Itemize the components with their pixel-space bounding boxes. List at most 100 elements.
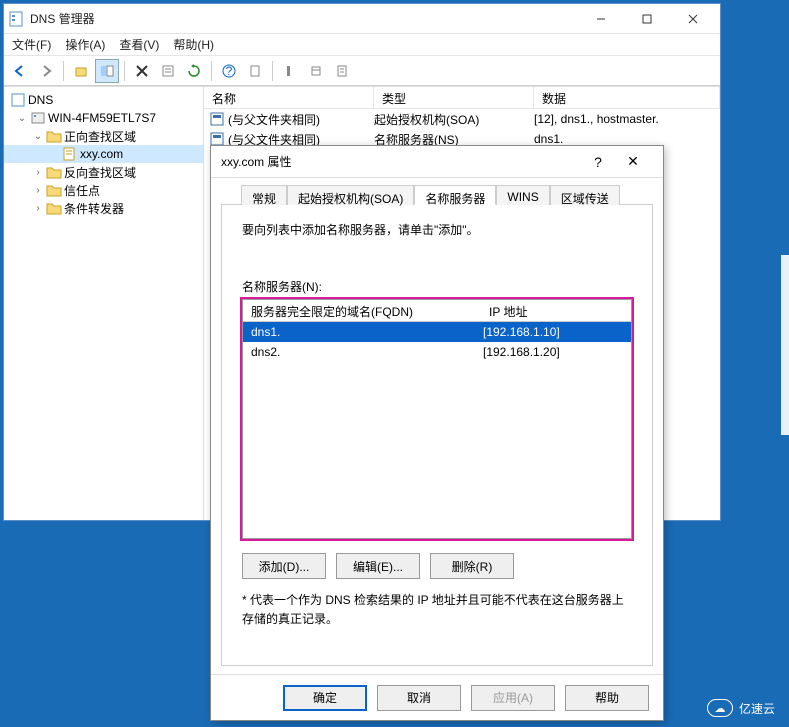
toolbar-separator	[124, 61, 125, 81]
tab-name-servers[interactable]: 名称服务器	[414, 185, 496, 205]
app-icon	[8, 11, 24, 27]
ns-table-header: 服务器完全限定的域名(FQDN) IP 地址	[243, 300, 631, 322]
column-data[interactable]: 数据	[534, 87, 720, 108]
show-tree-button[interactable]	[95, 59, 119, 83]
tree-forward-zones[interactable]: ⌄ 正向查找区域	[4, 127, 203, 145]
list-header: 名称 类型 数据	[204, 87, 720, 109]
hint-text: 要向列表中添加名称服务器，请单击"添加"。	[242, 221, 632, 238]
column-ip[interactable]: IP 地址	[481, 300, 631, 321]
watermark-icon: ☁	[707, 699, 733, 717]
window-titlebar: DNS 管理器	[4, 4, 720, 34]
dns-icon	[10, 92, 26, 108]
tab-general[interactable]: 常规	[241, 185, 287, 205]
toolbar-separator	[63, 61, 64, 81]
cell-fqdn: dns1.	[251, 325, 483, 339]
server-icon	[30, 110, 46, 126]
column-name[interactable]: 名称	[204, 87, 374, 108]
delete-button[interactable]	[130, 59, 154, 83]
minimize-button[interactable]	[578, 5, 624, 33]
remove-button[interactable]: 删除(R)	[430, 553, 514, 579]
tree-root[interactable]: DNS	[4, 91, 203, 109]
folder-icon	[46, 128, 62, 144]
tab-strip: 常规 起始授权机构(SOA) 名称服务器 WINS 区域传送	[211, 178, 663, 204]
forward-button[interactable]	[34, 59, 58, 83]
name-server-table[interactable]: 服务器完全限定的域名(FQDN) IP 地址 dns1. [192.168.1.…	[242, 299, 632, 539]
up-button[interactable]	[69, 59, 93, 83]
toolbar-separator	[272, 61, 273, 81]
help-button[interactable]: 帮助	[565, 685, 649, 711]
tab-zone-transfer[interactable]: 区域传送	[550, 185, 620, 205]
tab-page: 要向列表中添加名称服务器，请单击"添加"。 名称服务器(N): 服务器完全限定的…	[221, 204, 653, 666]
column-fqdn[interactable]: 服务器完全限定的域名(FQDN)	[243, 300, 481, 321]
tree-item-label: 反向查找区域	[64, 164, 136, 181]
edit-button[interactable]: 编辑(E)...	[336, 553, 420, 579]
ns-list-label: 名称服务器(N):	[242, 278, 632, 295]
dialog-title: xxy.com 属性	[221, 153, 583, 170]
taskbar-edge	[781, 255, 789, 435]
expand-icon[interactable]: ›	[32, 203, 44, 214]
help-button[interactable]: ?	[217, 59, 241, 83]
folder-icon	[46, 182, 62, 198]
record-icon	[210, 112, 224, 126]
tool-a-button[interactable]	[278, 59, 302, 83]
tree-item-label: 信任点	[64, 182, 100, 199]
cell-data: dns1.	[534, 132, 720, 146]
zone-icon	[62, 146, 78, 162]
menu-view[interactable]: 查看(V)	[119, 36, 159, 53]
menu-file[interactable]: 文件(F)	[12, 36, 51, 53]
toolbar: ?	[4, 56, 720, 86]
properties-button[interactable]	[156, 59, 180, 83]
refresh-button[interactable]	[182, 59, 206, 83]
expand-icon[interactable]: ⌄	[16, 113, 28, 124]
column-type[interactable]: 类型	[374, 87, 534, 108]
tab-wins[interactable]: WINS	[496, 185, 549, 205]
properties-dialog: xxy.com 属性 ? ✕ 常规 起始授权机构(SOA) 名称服务器 WINS…	[210, 145, 664, 721]
tree-trust-points[interactable]: › 信任点	[4, 181, 203, 199]
cell-ip: [192.168.1.20]	[483, 345, 623, 359]
watermark: ☁ 亿速云	[707, 699, 775, 717]
ns-button-row: 添加(D)... 编辑(E)... 删除(R)	[242, 553, 632, 579]
cell-fqdn: dns2.	[251, 345, 483, 359]
dialog-close-button[interactable]: ✕	[613, 153, 653, 170]
tree-conditional-forwarders[interactable]: › 条件转发器	[4, 199, 203, 217]
ok-button[interactable]: 确定	[283, 685, 367, 711]
dialog-titlebar[interactable]: xxy.com 属性 ? ✕	[211, 146, 663, 178]
list-row[interactable]: (与父文件夹相同) 起始授权机构(SOA) [12], dns1., hostm…	[204, 109, 720, 129]
new-record-button[interactable]	[243, 59, 267, 83]
menu-action[interactable]: 操作(A)	[65, 36, 105, 53]
folder-icon	[46, 200, 62, 216]
tree-pane[interactable]: DNS ⌄ WIN-4FM59ETL7S7 ⌄ 正向查找区域 xxy.com ›…	[4, 87, 204, 520]
back-button[interactable]	[8, 59, 32, 83]
expand-icon[interactable]: ›	[32, 167, 44, 178]
dialog-footer: 确定 取消 应用(A) 帮助	[211, 674, 663, 720]
dialog-help-button[interactable]: ?	[583, 154, 613, 170]
menu-help[interactable]: 帮助(H)	[173, 36, 214, 53]
tree-zone-label: xxy.com	[80, 147, 123, 161]
cancel-button[interactable]: 取消	[377, 685, 461, 711]
tree-server-label: WIN-4FM59ETL7S7	[48, 111, 156, 125]
tree-item-label: 正向查找区域	[64, 128, 136, 145]
ns-row[interactable]: dns2. [192.168.1.20]	[243, 342, 631, 362]
tab-soa[interactable]: 起始授权机构(SOA)	[287, 185, 414, 205]
cell-data: [12], dns1., hostmaster.	[534, 112, 720, 126]
footnote-text: * 代表一个作为 DNS 检索结果的 IP 地址并且可能不代表在这台服务器上存储…	[242, 591, 632, 629]
maximize-button[interactable]	[624, 5, 670, 33]
tool-b-button[interactable]	[304, 59, 328, 83]
folder-icon	[46, 164, 62, 180]
cell-type: 起始授权机构(SOA)	[374, 111, 534, 128]
tree-server[interactable]: ⌄ WIN-4FM59ETL7S7	[4, 109, 203, 127]
window-title: DNS 管理器	[30, 10, 578, 27]
apply-button[interactable]: 应用(A)	[471, 685, 555, 711]
tree-reverse-zones[interactable]: › 反向查找区域	[4, 163, 203, 181]
watermark-text: 亿速云	[739, 700, 775, 717]
close-button[interactable]	[670, 5, 716, 33]
tool-c-button[interactable]	[330, 59, 354, 83]
toolbar-separator	[211, 61, 212, 81]
tree-zone-xxy[interactable]: xxy.com	[4, 145, 203, 163]
cell-ip: [192.168.1.10]	[483, 325, 623, 339]
expand-icon[interactable]: ›	[32, 185, 44, 196]
add-button[interactable]: 添加(D)...	[242, 553, 326, 579]
expand-icon[interactable]: ⌄	[32, 131, 44, 142]
tree-root-label: DNS	[28, 93, 53, 107]
ns-row[interactable]: dns1. [192.168.1.10]	[243, 322, 631, 342]
